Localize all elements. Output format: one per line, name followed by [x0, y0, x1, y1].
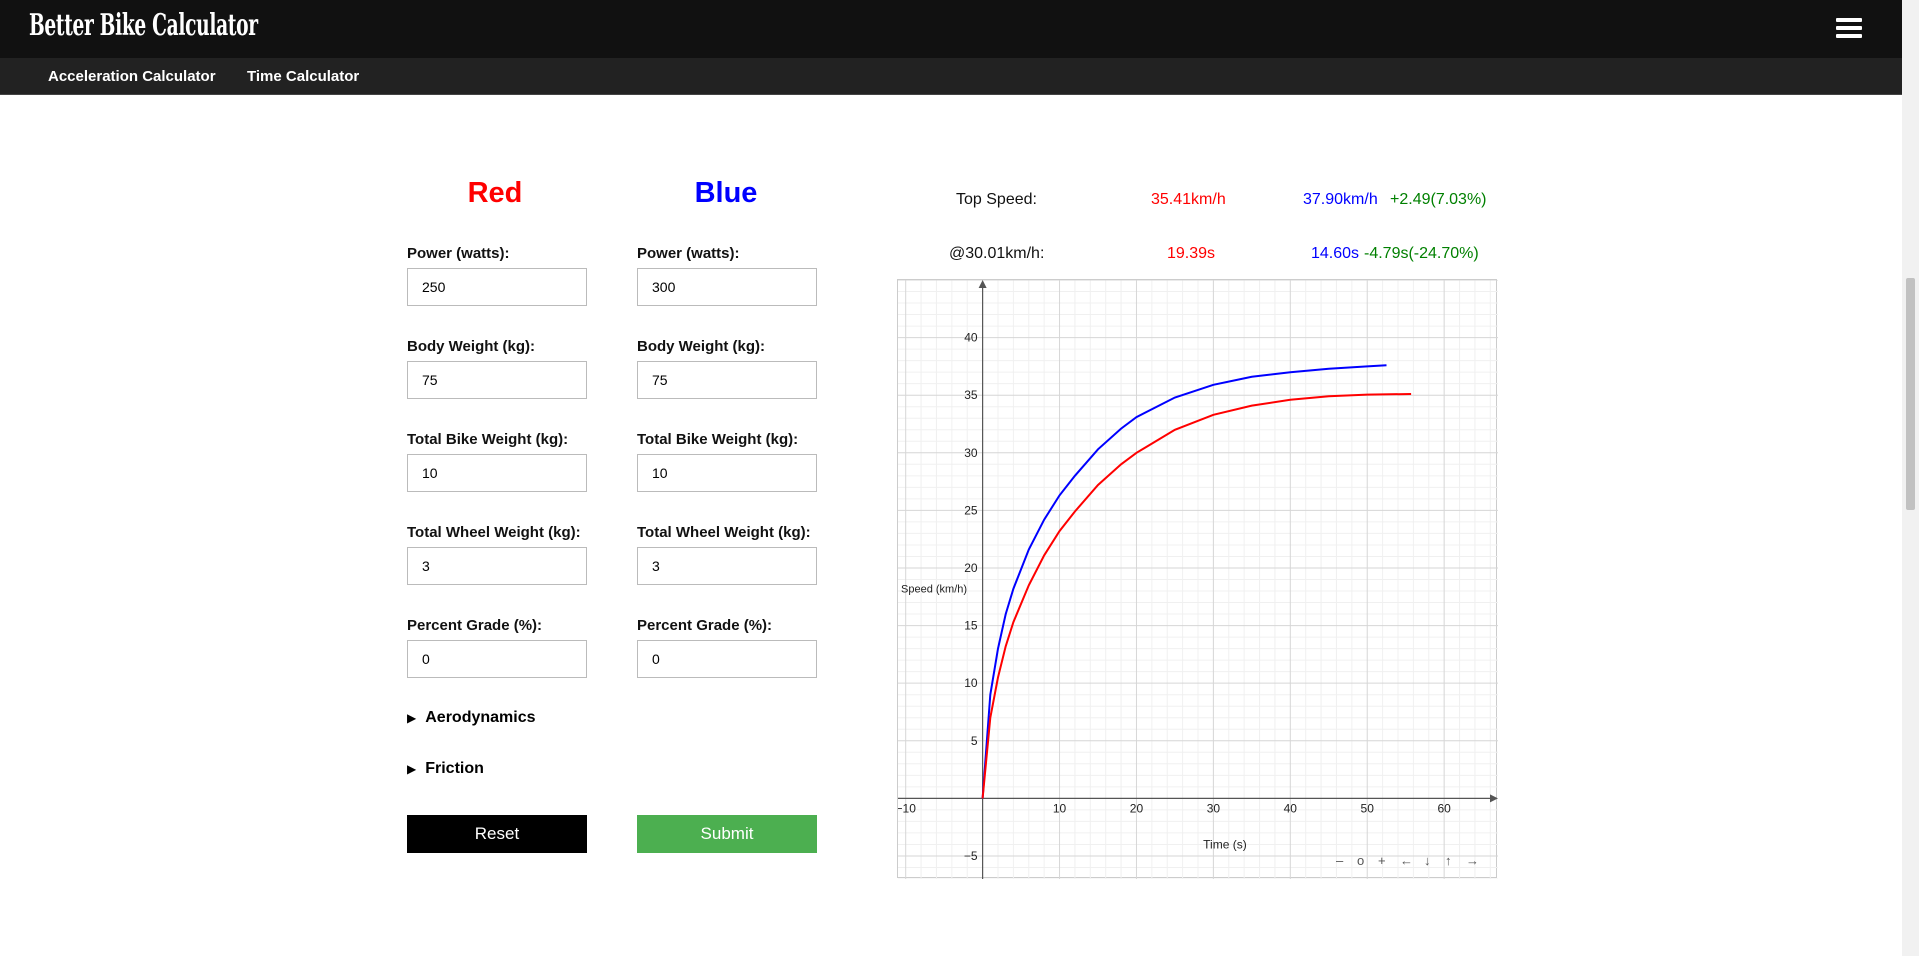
nav-time-calculator[interactable]: Time Calculator — [247, 68, 359, 85]
top-speed-label: Top Speed: — [956, 191, 1037, 208]
y-axis-arrow-icon — [978, 280, 987, 288]
x-axis-label: Time (s) — [1203, 837, 1247, 851]
y-tick-label: 25 — [964, 503, 978, 517]
zoom-out-button[interactable]: – — [1336, 853, 1343, 868]
nav-acceleration-calculator[interactable]: Acceleration Calculator — [48, 68, 216, 85]
blue-power-label: Power (watts): — [637, 245, 740, 262]
y-tick-label: 20 — [964, 561, 978, 575]
speed-time-chart[interactable]: −10 10 20 30 40 50 60 −5 5 10 15 20 25 30 35 40 Time (s)… — [897, 279, 1498, 879]
top-speed-red: 35.41km/h — [1151, 191, 1226, 208]
aerodynamics-toggle[interactable]: ▶ Aerodynamics — [407, 709, 536, 727]
pan-up-button[interactable]: ↑ — [1445, 853, 1452, 868]
pan-right-button[interactable]: → — [1466, 853, 1479, 868]
y-tick-label: −5 — [964, 849, 978, 863]
friction-label: Friction — [425, 760, 484, 777]
friction-toggle[interactable]: ▶ Friction — [407, 760, 484, 778]
top-speed-blue: 37.90km/h — [1303, 191, 1378, 208]
blue-power-input[interactable] — [637, 268, 817, 306]
y-tick-label: 35 — [964, 388, 978, 402]
scrollbar-thumb[interactable] — [1906, 278, 1915, 510]
red-power-input[interactable] — [407, 268, 587, 306]
x-tick-label: 30 — [1207, 801, 1221, 815]
blue-wheel-weight-label: Total Wheel Weight (kg): — [637, 524, 811, 541]
red-wheel-weight-input[interactable] — [407, 547, 587, 585]
y-tick-label: 5 — [971, 734, 978, 748]
pan-left-button[interactable]: ← — [1400, 853, 1413, 868]
x-tick-label: 10 — [1053, 801, 1067, 815]
aerodynamics-label: Aerodynamics — [425, 709, 536, 726]
red-wheel-weight-label: Total Wheel Weight (kg): — [407, 524, 581, 541]
top-speed-diff: +2.49(7.03%) — [1390, 191, 1487, 208]
hamburger-icon[interactable] — [1836, 18, 1862, 38]
red-body-weight-label: Body Weight (kg): — [407, 338, 536, 355]
y-tick-label: 40 — [964, 331, 978, 345]
y-tick-label: 15 — [964, 619, 978, 633]
zoom-reset-button[interactable]: o — [1357, 853, 1364, 868]
blue-heading: Blue — [694, 177, 758, 209]
time-blue: 14.60s — [1311, 245, 1360, 262]
submit-button[interactable]: Submit — [637, 815, 817, 853]
time-diff: -4.79s(-24.70%) — [1364, 245, 1479, 262]
reset-button[interactable]: Reset — [407, 815, 587, 853]
red-bike-weight-input[interactable] — [407, 454, 587, 492]
y-axis-label: Speed (km/h) — [901, 584, 967, 596]
x-tick-label: 60 — [1437, 801, 1451, 815]
site-logo[interactable]: Better Bike Calculator — [29, 8, 258, 43]
x-tick-label: 50 — [1361, 801, 1375, 815]
x-axis-arrow-icon — [1490, 794, 1498, 803]
y-tick-label: 30 — [964, 446, 978, 460]
blue-bike-weight-label: Total Bike Weight (kg): — [637, 431, 799, 448]
series-line-1 — [981, 393, 1412, 799]
blue-body-weight-label: Body Weight (kg): — [637, 338, 766, 355]
page-scrollbar[interactable] — [1902, 0, 1919, 956]
sub-navigation: Acceleration Calculator Time Calculator — [0, 58, 1902, 95]
blue-body-weight-input[interactable] — [637, 361, 817, 399]
blue-wheel-weight-input[interactable] — [637, 547, 817, 585]
red-grade-label: Percent Grade (%): — [407, 617, 543, 634]
top-bar: Better Bike Calculator — [0, 0, 1902, 58]
zoom-in-button[interactable]: + — [1378, 853, 1386, 868]
blue-grade-input[interactable] — [637, 640, 817, 678]
caret-right-icon: ▶ — [407, 762, 417, 776]
pan-down-button[interactable]: ↓ — [1424, 853, 1431, 868]
blue-grade-label: Percent Grade (%): — [637, 617, 773, 634]
blue-bike-weight-input[interactable] — [637, 454, 817, 492]
time-at-speed-label: @30.01km/h: — [949, 245, 1045, 262]
caret-right-icon: ▶ — [407, 711, 417, 725]
time-red: 19.39s — [1167, 245, 1216, 262]
red-grade-input[interactable] — [407, 640, 587, 678]
x-tick-label: 20 — [1130, 801, 1144, 815]
x-tick-label: −10 — [898, 801, 916, 815]
red-power-label: Power (watts): — [407, 245, 510, 262]
red-heading: Red — [467, 177, 523, 209]
red-body-weight-input[interactable] — [407, 361, 587, 399]
x-tick-label: 40 — [1284, 801, 1298, 815]
red-bike-weight-label: Total Bike Weight (kg): — [407, 431, 569, 448]
y-tick-label: 10 — [964, 676, 978, 690]
chart-svg[interactable]: −10 10 20 30 40 50 60 −5 5 10 15 20 25 30 35 40 Time (s)… — [898, 280, 1498, 879]
